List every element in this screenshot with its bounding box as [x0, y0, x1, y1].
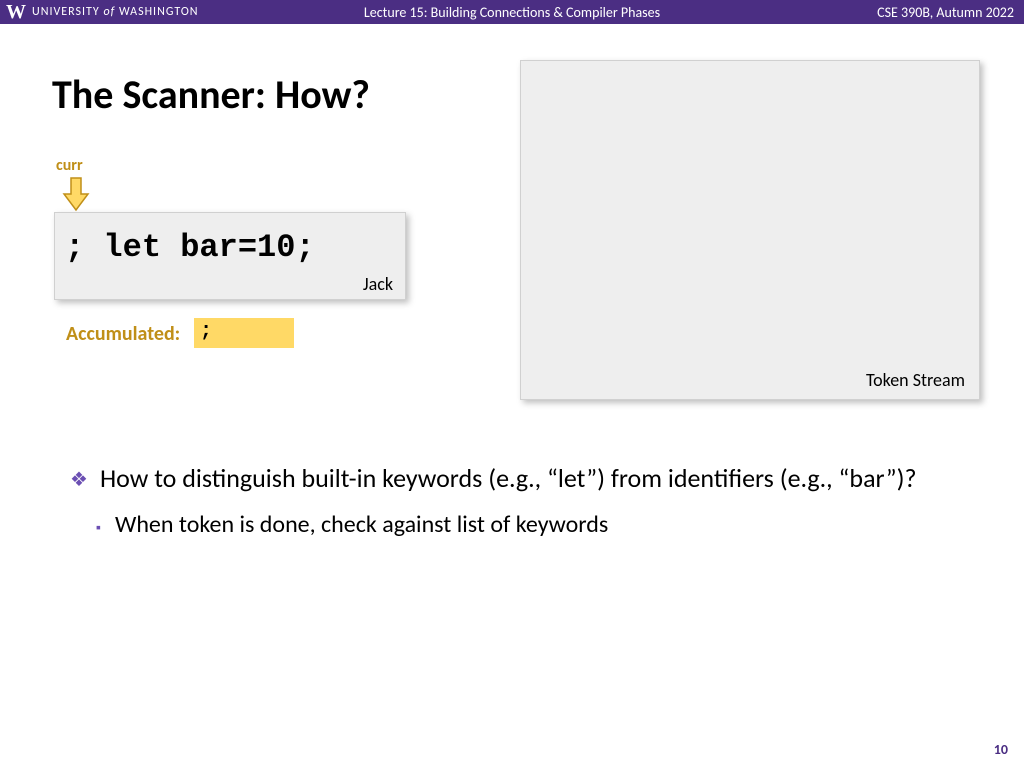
bullet-main: ❖ How to distinguish built-in keywords (…: [70, 460, 950, 496]
uw-logo: W UNIVERSITY of WASHINGTON: [0, 1, 199, 24]
down-arrow-icon: [62, 176, 90, 214]
token-stream-label: Token Stream: [866, 369, 965, 391]
course-info: CSE 390B, Autumn 2022: [877, 4, 1014, 21]
lecture-title: Lecture 15: Building Connections & Compi…: [364, 4, 660, 21]
square-bullet-icon: ▪: [96, 518, 101, 538]
accumulated-label: Accumulated:: [66, 322, 180, 346]
curr-label: curr: [56, 156, 83, 175]
bullet-sub: ▪ When token is done, check against list…: [96, 508, 950, 542]
code-box: ; let bar=10; Jack: [54, 212, 406, 300]
code-text: ; let bar=10;: [55, 213, 405, 266]
page-number: 10: [994, 741, 1008, 758]
diamond-bullet-icon: ❖: [70, 466, 88, 494]
university-name: UNIVERSITY of WASHINGTON: [32, 5, 199, 19]
token-stream-box: Token Stream: [520, 60, 980, 400]
code-language-label: Jack: [363, 273, 393, 295]
accumulated-value: ;: [194, 318, 294, 348]
bullet-sub-text: When token is done, check against list o…: [115, 508, 608, 542]
uw-w-icon: W: [6, 1, 26, 24]
bullet-main-text: How to distinguish built-in keywords (e.…: [100, 460, 917, 496]
bullet-list: ❖ How to distinguish built-in keywords (…: [70, 460, 950, 542]
slide-title: The Scanner: How?: [52, 70, 370, 119]
slide-header: W UNIVERSITY of WASHINGTON Lecture 15: B…: [0, 0, 1024, 24]
